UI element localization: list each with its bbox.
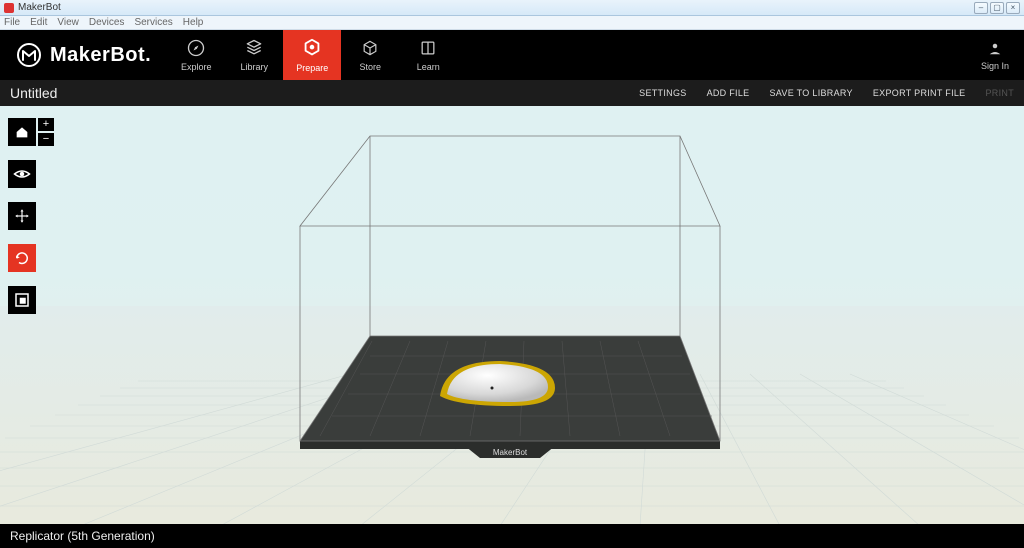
app-navbar: MakerBot. Explore Library Prepare Store	[0, 30, 1024, 80]
nav-signin-label: Sign In	[981, 61, 1009, 71]
window-titlebar: MakerBot – ▢ ×	[0, 0, 1024, 16]
app-icon	[4, 3, 14, 13]
cube-icon	[360, 38, 380, 58]
window-title: MakerBot	[18, 2, 61, 13]
nav-prepare-label: Prepare	[296, 63, 328, 73]
tool-zoom-out[interactable]: −	[38, 133, 54, 146]
brand-text: MakerBot.	[50, 44, 151, 67]
menu-help[interactable]: Help	[183, 17, 204, 28]
scene-3d: MakerBot	[0, 106, 1024, 524]
brand-logo-icon	[16, 42, 42, 68]
compass-icon	[186, 38, 206, 58]
tool-view-toggle[interactable]	[8, 160, 36, 188]
tool-scale[interactable]	[8, 286, 36, 314]
prepare-icon	[301, 37, 323, 59]
menu-edit[interactable]: Edit	[30, 17, 47, 28]
action-save-to-library[interactable]: SAVE TO LIBRARY	[769, 88, 852, 98]
tool-zoom-in[interactable]: +	[38, 118, 54, 131]
document-subbar: Untitled SETTINGS ADD FILE SAVE TO LIBRA…	[0, 80, 1024, 106]
menu-devices[interactable]: Devices	[89, 17, 125, 28]
rotate-icon	[13, 249, 31, 267]
nav-store[interactable]: Store	[341, 30, 399, 80]
nav-explore[interactable]: Explore	[167, 30, 225, 80]
nav-signin[interactable]: Sign In	[974, 30, 1024, 80]
action-settings[interactable]: SETTINGS	[639, 88, 686, 98]
plus-icon: +	[43, 119, 49, 130]
action-export-print-file[interactable]: EXPORT PRINT FILE	[873, 88, 966, 98]
brand: MakerBot.	[0, 30, 167, 80]
nav-prepare[interactable]: Prepare	[283, 30, 341, 80]
window-maximize-button[interactable]: ▢	[990, 2, 1004, 14]
nav-explore-label: Explore	[181, 62, 212, 72]
user-icon	[986, 40, 1004, 58]
tool-home-view[interactable]	[8, 118, 36, 146]
menu-file[interactable]: File	[4, 17, 20, 28]
home-icon	[14, 124, 30, 140]
minus-icon: −	[43, 134, 49, 145]
move-icon	[13, 207, 31, 225]
nav-library-label: Library	[240, 62, 268, 72]
nav-store-label: Store	[359, 62, 381, 72]
viewport-toolbar: + −	[8, 118, 54, 314]
menu-view[interactable]: View	[57, 17, 79, 28]
stack-icon	[244, 38, 264, 58]
scale-icon	[13, 291, 31, 309]
nav-library[interactable]: Library	[225, 30, 283, 80]
nav-learn-label: Learn	[417, 62, 440, 72]
tool-move[interactable]	[8, 202, 36, 230]
document-title: Untitled	[10, 85, 619, 101]
eye-icon	[13, 165, 31, 183]
window-minimize-button[interactable]: –	[974, 2, 988, 14]
book-icon	[418, 38, 438, 58]
action-add-file[interactable]: ADD FILE	[707, 88, 750, 98]
printer-status[interactable]: Replicator (5th Generation)	[10, 529, 155, 543]
window-menubar: File Edit View Devices Services Help	[0, 16, 1024, 30]
viewport-3d[interactable]: + −	[0, 106, 1024, 524]
nav-learn[interactable]: Learn	[399, 30, 457, 80]
window-close-button[interactable]: ×	[1006, 2, 1020, 14]
menu-services[interactable]: Services	[134, 17, 172, 28]
tool-rotate[interactable]	[8, 244, 36, 272]
status-bar: Replicator (5th Generation)	[0, 524, 1024, 548]
action-print: PRINT	[986, 88, 1015, 98]
build-plate-label: MakerBot	[493, 448, 528, 457]
